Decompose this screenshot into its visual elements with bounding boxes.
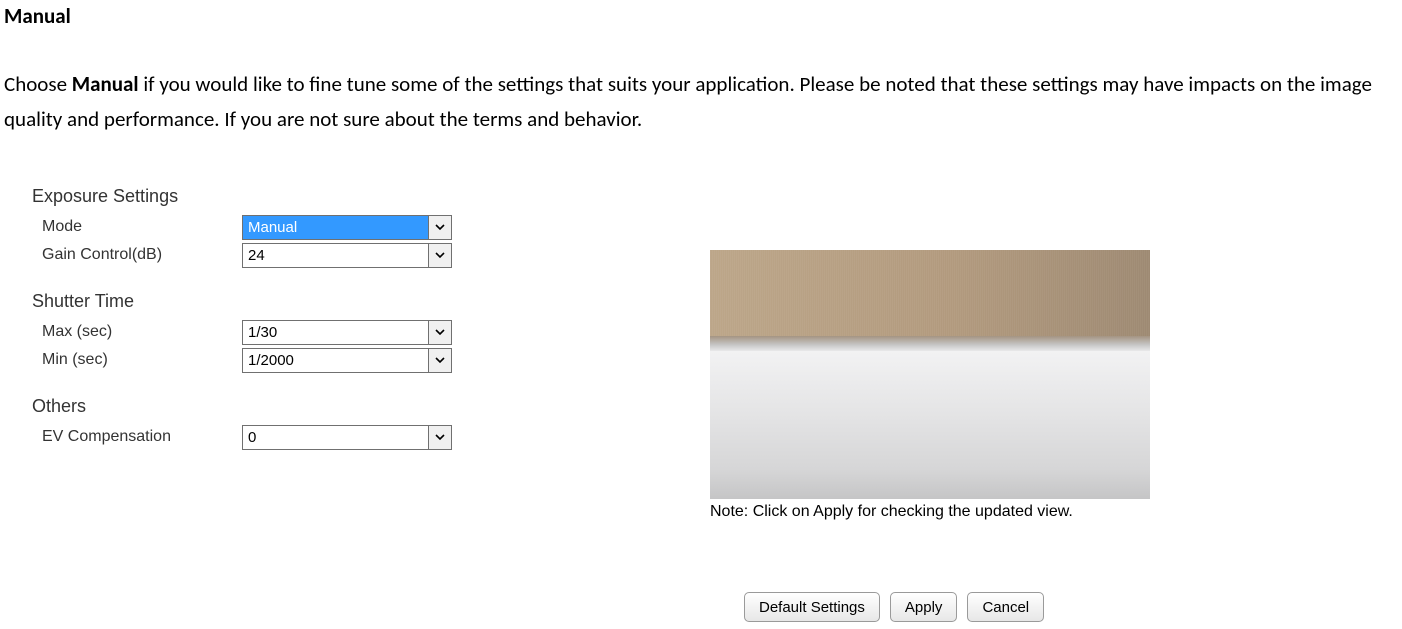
group-title-exposure: Exposure Settings (32, 186, 1398, 207)
chevron-down-icon[interactable] (428, 216, 451, 239)
select-shutter-min-value: 1/2000 (243, 349, 428, 372)
cancel-button[interactable]: Cancel (967, 592, 1044, 622)
select-ev-value: 0 (243, 426, 428, 449)
select-gain[interactable]: 24 (242, 243, 452, 268)
para-text: if you would like to fine tune some of t… (4, 71, 1372, 132)
chevron-down-icon[interactable] (428, 426, 451, 449)
preview-note: Note: Click on Apply for checking the up… (710, 503, 1150, 521)
preview-image (710, 250, 1150, 499)
apply-button[interactable]: Apply (890, 592, 958, 622)
chevron-down-icon[interactable] (428, 349, 451, 372)
label-gain: Gain Control(dB) (32, 246, 242, 264)
select-mode[interactable]: Manual (242, 215, 452, 240)
section-description: Choose Manual if you would like to fine … (4, 67, 1398, 136)
select-shutter-min[interactable]: 1/2000 (242, 348, 452, 373)
row-mode: Mode Manual (32, 213, 1398, 241)
select-ev[interactable]: 0 (242, 425, 452, 450)
page: Manual Choose Manual if you would like t… (0, 0, 1402, 629)
button-row: Default Settings Apply Cancel (744, 592, 1044, 622)
select-mode-value: Manual (243, 216, 428, 239)
chevron-down-icon[interactable] (428, 244, 451, 267)
label-ev: EV Compensation (32, 428, 242, 446)
select-shutter-max-value: 1/30 (243, 321, 428, 344)
label-shutter-min: Min (sec) (32, 351, 242, 369)
section-heading: Manual (4, 4, 1398, 29)
select-shutter-max[interactable]: 1/30 (242, 320, 452, 345)
label-mode: Mode (32, 218, 242, 236)
preview-panel: Note: Click on Apply for checking the up… (710, 250, 1150, 521)
select-gain-value: 24 (243, 244, 428, 267)
chevron-down-icon[interactable] (428, 321, 451, 344)
label-shutter-max: Max (sec) (32, 323, 242, 341)
default-settings-button[interactable]: Default Settings (744, 592, 880, 622)
para-text: Choose (4, 71, 72, 97)
para-bold: Manual (72, 71, 139, 97)
